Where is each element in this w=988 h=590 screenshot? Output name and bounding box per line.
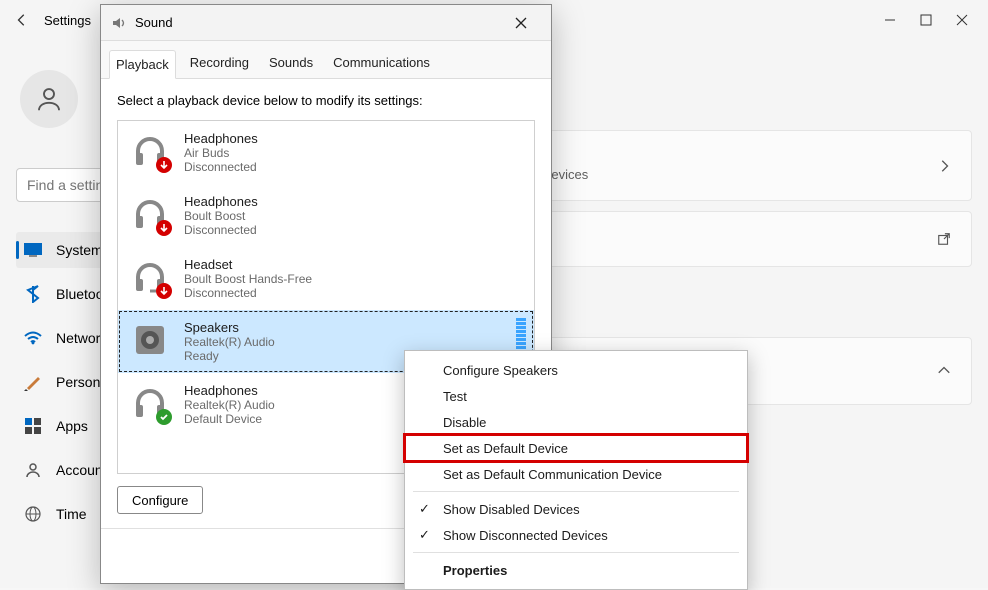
dialog-titlebar[interactable]: Sound (101, 5, 551, 41)
menu-separator (413, 552, 739, 553)
person-icon (24, 461, 42, 479)
chevron-right-icon (937, 159, 951, 173)
configure-button[interactable]: Configure (117, 486, 203, 514)
device-name: Headphones (184, 131, 258, 146)
maximize-button[interactable] (920, 14, 932, 26)
device-status: Disconnected (184, 160, 258, 174)
device-status: Disconnected (184, 286, 312, 300)
device-row[interactable]: HeadphonesAir BudsDisconnected (118, 121, 534, 184)
dialog-close-button[interactable] (501, 9, 541, 37)
device-status: Ready (184, 349, 275, 363)
menu-properties[interactable]: Properties (405, 557, 747, 583)
device-name: Headphones (184, 194, 258, 209)
app-title: Settings (44, 13, 91, 28)
menu-show-disconnected[interactable]: ✓Show Disconnected Devices (405, 522, 747, 548)
instruction-text: Select a playback device below to modify… (117, 93, 535, 108)
device-sub: Realtek(R) Audio (184, 398, 275, 412)
device-status: Default Device (184, 412, 275, 426)
device-sub: Boult Boost (184, 209, 258, 223)
tab-sounds[interactable]: Sounds (263, 49, 319, 78)
context-menu: Configure Speakers Test Disable Set as D… (404, 350, 748, 590)
device-name: Headphones (184, 383, 275, 398)
speaker-icon (130, 320, 170, 360)
back-button[interactable] (8, 6, 36, 34)
headset-icon (130, 257, 170, 297)
device-name: Speakers (184, 320, 275, 335)
menu-separator (413, 491, 739, 492)
nav-label: Time (56, 506, 87, 522)
device-sub: Realtek(R) Audio (184, 335, 275, 349)
device-sub: Boult Boost Hands-Free (184, 272, 312, 286)
tab-playback[interactable]: Playback (109, 50, 176, 79)
nav-label: Apps (56, 418, 88, 434)
menu-show-disabled[interactable]: ✓Show Disabled Devices (405, 496, 747, 522)
tab-recording[interactable]: Recording (184, 49, 255, 78)
device-sub: Air Buds (184, 146, 258, 160)
open-icon (937, 232, 951, 246)
menu-configure-speakers[interactable]: Configure Speakers (405, 357, 747, 383)
avatar[interactable] (20, 70, 78, 128)
minimize-button[interactable] (884, 14, 896, 26)
menu-set-default-device[interactable]: Set as Default Device (405, 435, 747, 461)
headphones-icon (130, 131, 170, 171)
apps-icon (24, 417, 42, 435)
device-status: Disconnected (184, 223, 258, 237)
menu-set-default-comm[interactable]: Set as Default Communication Device (405, 461, 747, 487)
nav-label: System (56, 242, 103, 258)
headphones-icon (130, 194, 170, 234)
globe-icon (24, 505, 42, 523)
device-row[interactable]: HeadsetBoult Boost Hands-FreeDisconnecte… (118, 247, 534, 310)
device-name: Headset (184, 257, 312, 272)
dialog-title: Sound (135, 15, 501, 30)
menu-disable[interactable]: Disable (405, 409, 747, 435)
brush-icon (24, 373, 42, 391)
bluetooth-icon (24, 285, 42, 303)
tab-strip: Playback Recording Sounds Communications (101, 41, 551, 79)
chevron-up-icon (937, 364, 951, 378)
menu-test[interactable]: Test (405, 383, 747, 409)
wifi-icon (24, 329, 42, 347)
device-row[interactable]: HeadphonesBoult BoostDisconnected (118, 184, 534, 247)
headphones-icon (130, 383, 170, 423)
tab-communications[interactable]: Communications (327, 49, 436, 78)
close-button[interactable] (956, 14, 968, 26)
sound-icon (111, 15, 127, 31)
system-icon (24, 241, 42, 259)
